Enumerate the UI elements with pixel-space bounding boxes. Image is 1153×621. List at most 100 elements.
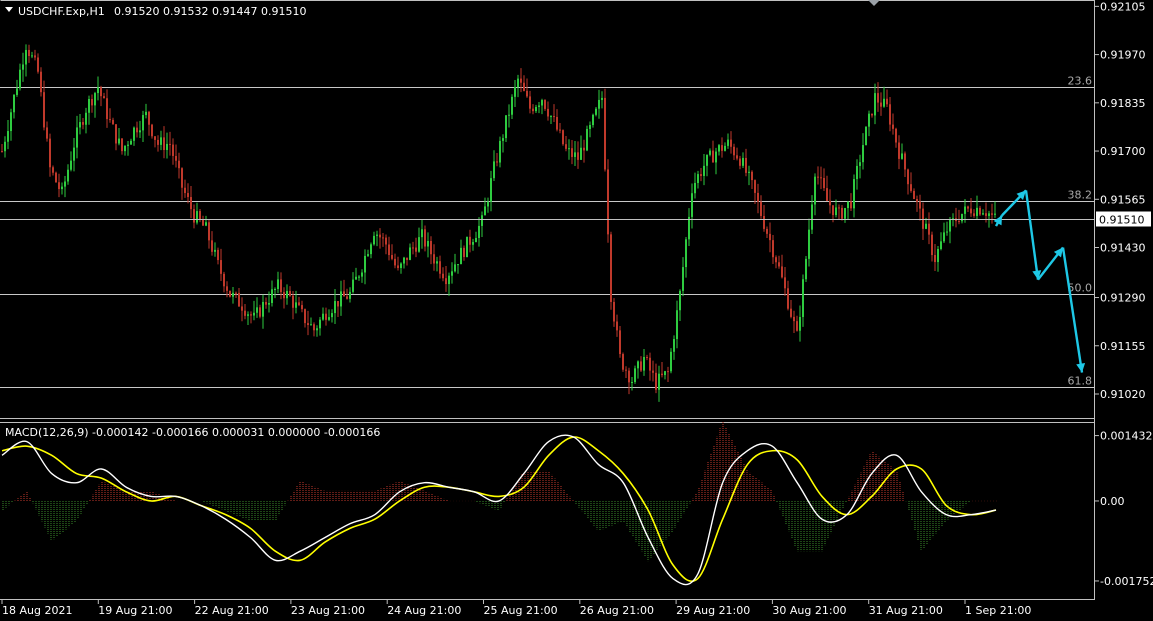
candle-body xyxy=(442,273,444,279)
candle-body xyxy=(880,102,882,107)
candle-body xyxy=(724,145,726,151)
candle-body xyxy=(256,307,258,313)
candle-body xyxy=(796,321,798,331)
candle-body xyxy=(226,286,228,291)
candle-body xyxy=(247,314,249,316)
candle-body xyxy=(91,99,93,106)
candle-body xyxy=(205,222,207,226)
time-tick-label: 25 Aug 21:00 xyxy=(484,604,558,617)
price-tick-label: 0.91565 xyxy=(1100,193,1146,206)
candle-body xyxy=(856,165,858,180)
price-tick-label: 0.92105 xyxy=(1100,0,1146,13)
candle-body xyxy=(637,361,639,369)
candle-body xyxy=(22,64,24,70)
candle-body xyxy=(700,174,702,176)
candle-body xyxy=(97,87,99,94)
candle-body xyxy=(493,161,495,179)
candle-body xyxy=(808,229,810,259)
trading-chart[interactable]: 23.638.250.061.8 0.921050.919700.918350.… xyxy=(0,0,1153,621)
candle-body xyxy=(319,319,321,329)
candle-body xyxy=(592,114,594,126)
candle-body xyxy=(127,144,129,146)
candle-body xyxy=(520,78,522,83)
candle-body xyxy=(478,225,480,238)
candle-body xyxy=(433,254,435,264)
candle-body xyxy=(460,247,462,265)
candle-body xyxy=(775,257,777,263)
candle-body xyxy=(805,258,807,280)
candle-body xyxy=(331,313,333,318)
candle-body xyxy=(502,138,504,141)
candle-body xyxy=(292,295,294,308)
candle-body xyxy=(31,55,33,57)
candle-body xyxy=(397,265,399,269)
candle-body xyxy=(394,258,396,266)
candle-body xyxy=(835,207,837,216)
candle-body xyxy=(988,213,990,216)
candle-body xyxy=(328,317,330,320)
candle-body xyxy=(346,296,348,299)
candle-body xyxy=(325,313,327,320)
candle-body xyxy=(454,264,456,272)
candle-body xyxy=(544,100,546,109)
candle-body xyxy=(61,186,63,190)
candle-body xyxy=(916,198,918,202)
candle-body xyxy=(178,160,180,169)
candle-body xyxy=(958,221,960,223)
price-tick-label: 0.91700 xyxy=(1100,145,1146,158)
candle-body xyxy=(103,96,105,99)
candle-body xyxy=(832,205,834,216)
candle-body xyxy=(70,160,72,170)
time-tick-label: 29 Aug 21:00 xyxy=(676,604,750,617)
candle-body xyxy=(304,309,306,324)
candle-body xyxy=(469,236,471,245)
candle-body xyxy=(634,368,636,383)
candle-body xyxy=(745,157,747,173)
candle-body xyxy=(298,302,300,306)
candle-body xyxy=(130,140,132,145)
candle-body xyxy=(76,127,78,148)
candle-body xyxy=(172,144,174,156)
candle-body xyxy=(274,289,276,291)
candle-body xyxy=(976,207,978,216)
candle-body xyxy=(58,182,60,190)
candle-body xyxy=(736,155,738,159)
macd-tick-label: -0.001752 xyxy=(1100,575,1153,588)
candle-body xyxy=(931,234,933,256)
fib-label: 38.2 xyxy=(1068,189,1093,202)
candle-body xyxy=(826,188,828,201)
candle-body xyxy=(166,143,168,151)
candle-body xyxy=(661,373,663,376)
candle-body xyxy=(676,310,678,340)
candle-body xyxy=(820,177,822,179)
candle-body xyxy=(490,178,492,202)
candle-body xyxy=(409,247,411,260)
candle-body xyxy=(475,237,477,243)
candle-body xyxy=(868,113,870,127)
candle-body xyxy=(748,171,750,173)
candle-body xyxy=(982,213,984,215)
candle-body xyxy=(574,152,576,157)
candle-body xyxy=(784,277,786,289)
candle-body xyxy=(82,122,84,125)
candle-body xyxy=(739,158,741,166)
candle-body xyxy=(751,171,753,181)
candle-body xyxy=(541,100,543,106)
candle-body xyxy=(598,99,600,109)
macd-tick-label: 0.00 xyxy=(1100,495,1125,508)
candle-body xyxy=(643,356,645,371)
candle-body xyxy=(877,93,879,103)
chart-header: USDCHF.Exp,H1 0.91520 0.91532 0.91447 0.… xyxy=(5,5,306,18)
candle-body xyxy=(388,244,390,256)
candle-body xyxy=(850,201,852,209)
candle-body xyxy=(355,276,357,280)
candle-body xyxy=(871,113,873,116)
candle-body xyxy=(40,71,42,93)
candle-body xyxy=(844,208,846,219)
candle-body xyxy=(427,240,429,247)
candle-body xyxy=(340,291,342,307)
time-tick-label: 24 Aug 21:00 xyxy=(387,604,461,617)
candle-body xyxy=(85,112,87,125)
candle-body xyxy=(424,229,426,247)
candle-body xyxy=(376,234,378,236)
